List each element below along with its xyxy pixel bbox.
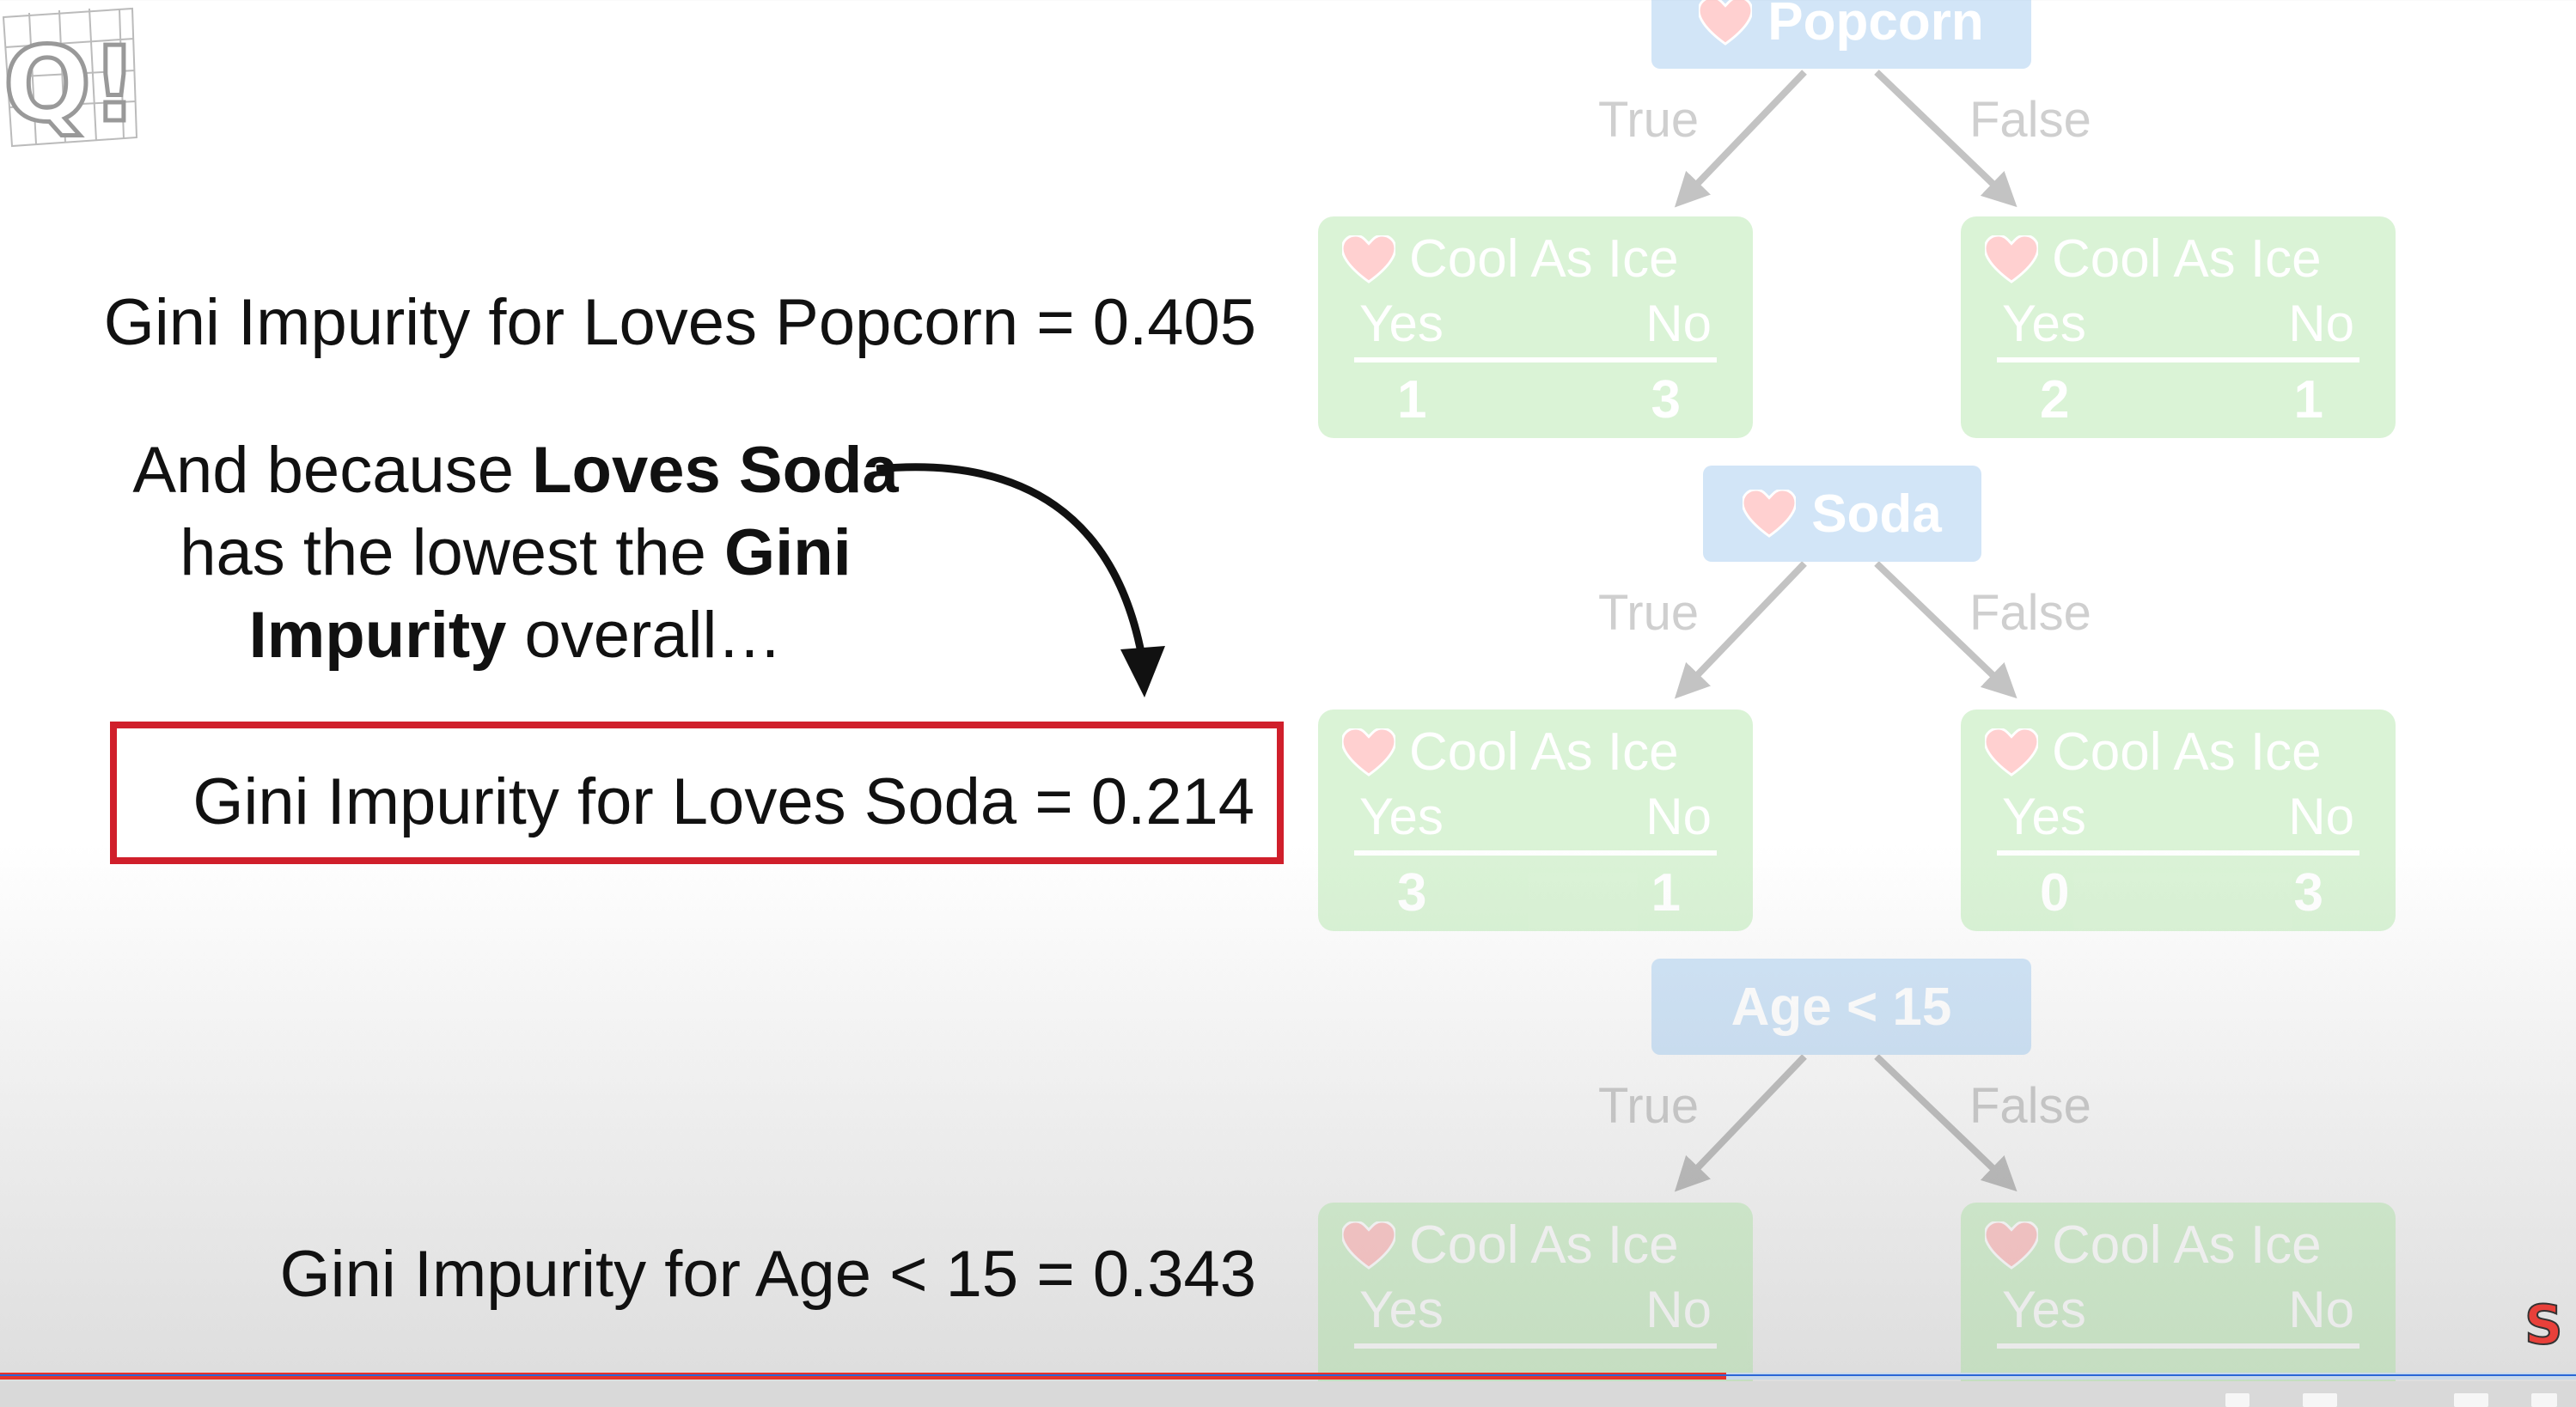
branch-true: True <box>1598 1078 1700 1134</box>
gini-soda: Gini Impurity for Loves Soda = 0.214 <box>192 765 1254 838</box>
heart-icon <box>1342 728 1395 777</box>
divider <box>1997 357 2359 362</box>
divider <box>1354 357 1717 362</box>
theater-icon[interactable] <box>2454 1393 2488 1407</box>
svg-text:S: S <box>2524 1294 2563 1356</box>
yes-header: Yes <box>2002 295 2086 352</box>
yes-header: Yes <box>1359 295 1444 352</box>
leaf-title: Cool As Ice <box>1409 1215 1679 1275</box>
video-progress-bar[interactable] <box>0 1371 2576 1381</box>
node-label: Soda <box>1811 484 1942 544</box>
divider <box>1997 1343 2359 1349</box>
no-header: No <box>1645 788 1712 845</box>
no-header: No <box>2288 295 2354 352</box>
leaf-title: Cool As Ice <box>2052 722 2322 782</box>
yes-count: 0 <box>2040 863 2070 923</box>
heart-icon <box>1342 1221 1395 1270</box>
highlight-box: Gini Impurity for Loves Soda = 0.214 <box>110 722 1284 864</box>
branch-false: False <box>1969 585 2091 641</box>
tree-edges <box>1674 70 2017 1192</box>
branch-false: False <box>1969 92 2091 148</box>
node-label: Popcorn <box>1767 0 1984 52</box>
divider <box>1354 1343 1717 1349</box>
leaf-popcorn-true: Cool As Ice Yes No 1 3 <box>1318 216 1753 438</box>
heart-icon <box>1699 0 1753 46</box>
yes-header: Yes <box>1359 788 1444 845</box>
node-label: Age < 15 <box>1731 977 1952 1037</box>
heart-icon <box>1985 234 2038 283</box>
miniplayer-icon[interactable] <box>2303 1393 2337 1407</box>
no-header: No <box>2288 788 2354 845</box>
heart-icon <box>1985 728 2038 777</box>
branch-true: True <box>1598 585 1700 641</box>
fullscreen-icon[interactable] <box>2531 1393 2557 1407</box>
leaf-title: Cool As Ice <box>1409 229 1679 289</box>
branch-false: False <box>1969 1078 2091 1134</box>
divider <box>1997 850 2359 856</box>
yes-header: Yes <box>2002 1281 2086 1338</box>
yes-count: 3 <box>1397 863 1427 923</box>
heart-icon <box>1743 490 1797 538</box>
settings-icon[interactable] <box>2225 1393 2249 1407</box>
no-count: 3 <box>2293 863 2323 923</box>
no-count: 1 <box>1651 863 1681 923</box>
no-header: No <box>1645 295 1712 352</box>
leaf-soda-true: Cool As Ice Yes No 3 1 <box>1318 710 1753 931</box>
branch-true: True <box>1598 92 1700 148</box>
node-age: Age < 15 <box>1651 959 2031 1055</box>
heart-icon <box>1985 1221 2038 1270</box>
heart-icon <box>1342 234 1395 283</box>
yes-count: 2 <box>2040 370 2070 429</box>
yes-header: Yes <box>2002 788 2086 845</box>
gini-age: Gini Impurity for Age < 15 = 0.343 <box>279 1238 1256 1311</box>
yes-header: Yes <box>1359 1281 1444 1338</box>
caption-part: has the lowest the <box>180 516 724 589</box>
decision-tree-stumps: Popcorn True False Cool As Ice Yes No 1 … <box>0 0 2576 1407</box>
node-soda: Soda <box>1703 466 1981 562</box>
curved-arrow <box>876 463 1165 697</box>
leaf-title: Cool As Ice <box>2052 1215 2322 1275</box>
node-popcorn: Popcorn <box>1651 0 2031 69</box>
no-header: No <box>2288 1281 2354 1338</box>
caption-bold: Loves Soda <box>532 434 899 507</box>
no-count: 1 <box>2293 370 2323 429</box>
yes-count: 1 <box>1397 370 1427 429</box>
caption-part: And because <box>132 434 533 507</box>
caption-part: overall… <box>506 599 783 672</box>
player-controls <box>0 1381 2576 1407</box>
leaf-title: Cool As Ice <box>2052 229 2322 289</box>
leaf-title: Cool As Ice <box>1409 722 1679 782</box>
no-count: 3 <box>1651 370 1681 429</box>
soq-logo: S <box>2524 1293 2564 1357</box>
leaf-soda-false: Cool As Ice Yes No 0 3 <box>1961 710 2396 931</box>
divider <box>1354 850 1717 856</box>
leaf-popcorn-false: Cool As Ice Yes No 2 1 <box>1961 216 2396 438</box>
caption: And because Loves Soda has the lowest th… <box>112 429 919 677</box>
no-header: No <box>1645 1281 1712 1338</box>
gini-popcorn: Gini Impurity for Loves Popcorn = 0.405 <box>103 286 1256 359</box>
